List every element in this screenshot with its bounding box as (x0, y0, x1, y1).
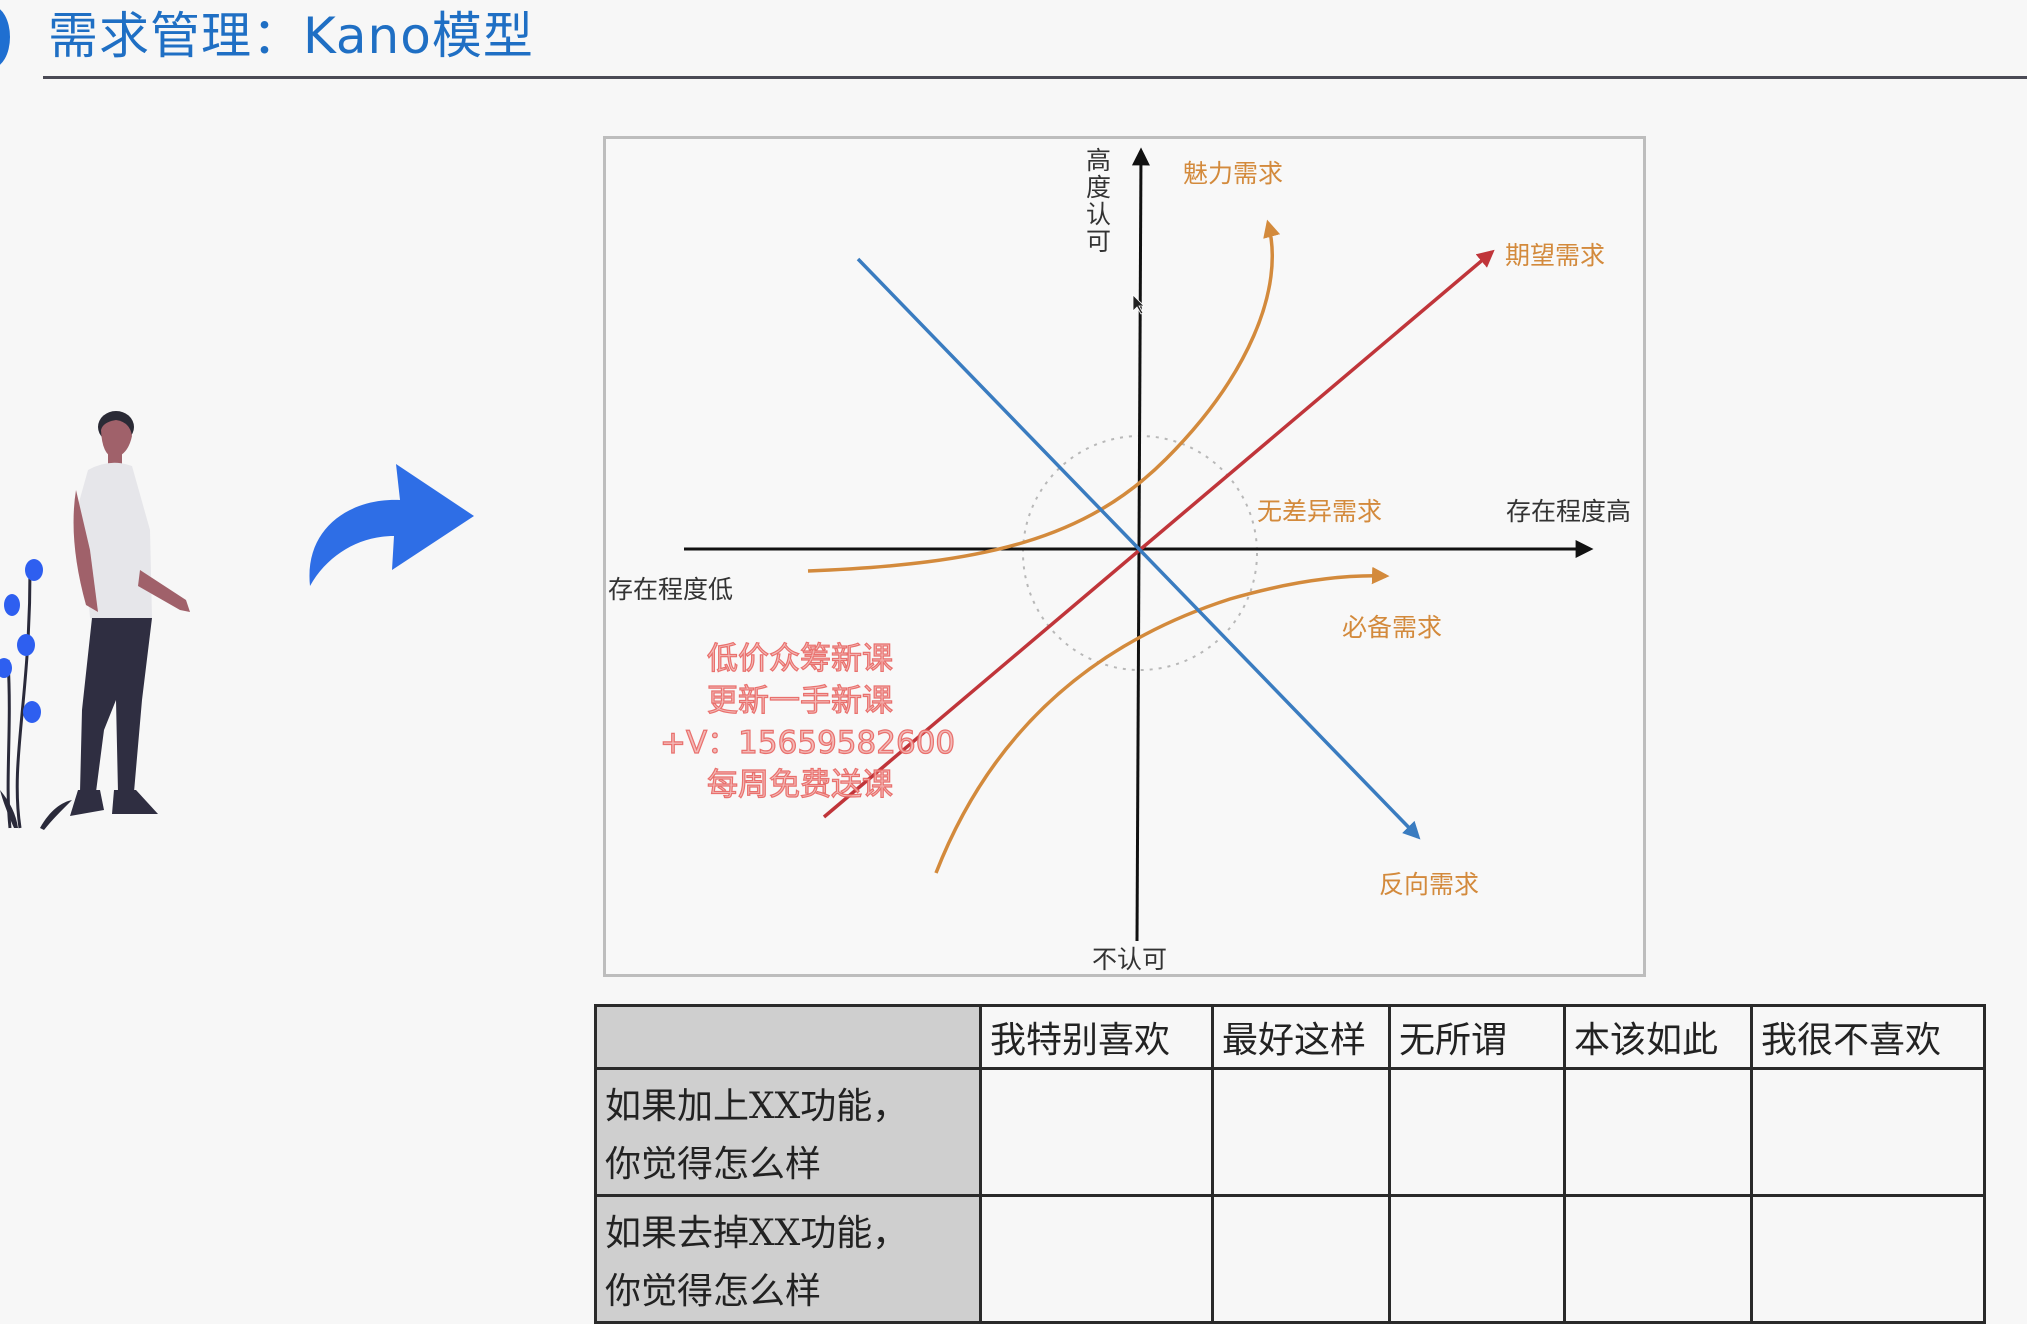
column-header: 我很不喜欢 (1750, 1004, 1986, 1070)
row-question: 如果加上XX功能， 你觉得怎么样 (594, 1067, 982, 1197)
answer-cell[interactable] (1750, 1067, 1986, 1197)
answer-cell[interactable] (979, 1067, 1214, 1197)
answer-cell[interactable] (1388, 1194, 1566, 1324)
y-axis-top-label: 高度认可 (1086, 146, 1111, 256)
answer-cell[interactable] (1211, 1067, 1391, 1197)
table-header-row: 我特别喜欢 最好这样 无所谓 本该如此 我很不喜欢 (594, 1004, 1986, 1070)
answer-cell[interactable] (1563, 1194, 1753, 1324)
answer-cell[interactable] (1750, 1194, 1986, 1324)
table-row: 如果去掉XX功能， 你觉得怎么样 (594, 1194, 1986, 1324)
table-row: 如果加上XX功能， 你觉得怎么样 (594, 1067, 1986, 1197)
x-axis-left-label: 存在程度低 (608, 575, 733, 604)
cursor-icon (1132, 294, 1145, 315)
answer-cell[interactable] (979, 1194, 1214, 1324)
must-be-curve (934, 566, 1390, 874)
reverse-label: 反向需求 (1379, 870, 1479, 899)
title-bullet (0, 6, 10, 68)
answer-cell[interactable] (1211, 1194, 1391, 1324)
table-corner-cell (594, 1004, 982, 1070)
attractive-label: 魅力需求 (1183, 159, 1283, 188)
curved-arrow-icon (309, 464, 474, 586)
column-header: 我特别喜欢 (979, 1004, 1214, 1070)
watermark-line: 每周免费送课 (706, 766, 893, 803)
performance-label: 期望需求 (1505, 241, 1605, 270)
row-question: 如果去掉XX功能， 你觉得怎么样 (594, 1194, 982, 1324)
page-title: 需求管理：Kano模型 (48, 7, 534, 65)
x-axis-right-label: 存在程度高 (1506, 497, 1631, 526)
row-question-line: 如果加上XX功能， (605, 1086, 909, 1127)
row-question-line: 你觉得怎么样 (605, 1271, 822, 1312)
column-header: 无所谓 (1388, 1004, 1566, 1070)
y-axis-bottom-label: 不认可 (1092, 945, 1167, 974)
row-question-line: 你觉得怎么样 (605, 1144, 822, 1185)
must-be-label: 必备需求 (1342, 613, 1442, 642)
kano-question-table: 我特别喜欢 最好这样 无所谓 本该如此 我很不喜欢 如果加上XX功能， 你觉得怎… (594, 1004, 1986, 1324)
person-icon (70, 411, 190, 816)
watermark-line: 更新一手新课 (706, 682, 893, 719)
indifferent-label: 无差异需求 (1257, 497, 1382, 526)
kano-diagram: 高度认可 不认可 存在程度高 存在程度低 魅力需求 期望需求 无差异需求 必备需… (603, 136, 1646, 977)
plant-icon (0, 559, 72, 830)
watermark-line: +V：15659582600 (659, 724, 956, 761)
column-header: 最好这样 (1211, 1004, 1391, 1070)
watermark-line: 低价众筹新课 (706, 640, 893, 677)
title-divider (43, 76, 2027, 79)
watermark-text: 低价众筹新课 更新一手新课 +V：15659582600 每周免费送课 (659, 638, 956, 806)
column-header: 本该如此 (1563, 1004, 1753, 1070)
answer-cell[interactable] (1563, 1067, 1753, 1197)
row-question-line: 如果去掉XX功能， (605, 1213, 909, 1254)
attractive-curve (807, 219, 1281, 573)
answer-cell[interactable] (1388, 1067, 1566, 1197)
person-illustration (0, 411, 190, 830)
